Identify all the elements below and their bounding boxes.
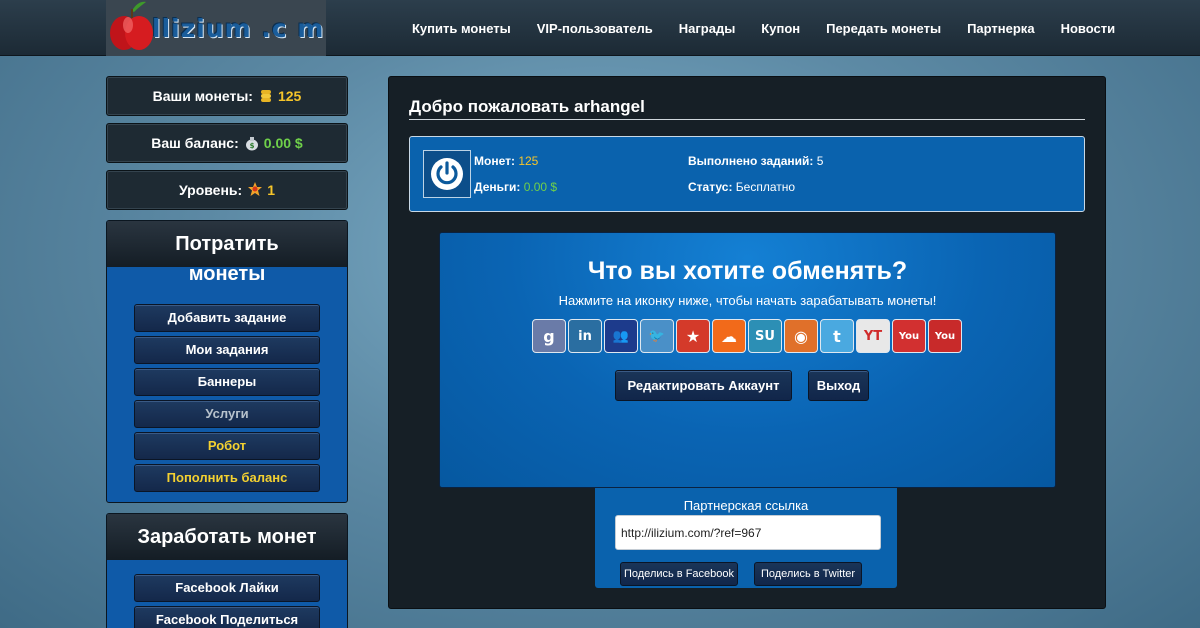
- info-status-label: Статус:: [688, 180, 733, 194]
- main-content: Добро пожаловать arhangel Монет: 125 Ден…: [388, 76, 1106, 609]
- reverbnation-icon[interactable]: ★: [676, 319, 710, 353]
- level-stat: Уровень: 1: [106, 170, 348, 210]
- facebook-share-button[interactable]: Facebook Поделиться: [134, 606, 320, 628]
- twitter-bird-icon[interactable]: 🐦: [640, 319, 674, 353]
- logo-text: llizium .c m: [152, 13, 325, 43]
- referral-label: Партнерская ссылка: [683, 498, 809, 513]
- share-twitter-button[interactable]: Поделись в Twitter: [754, 562, 862, 586]
- exchange-title: Что вы хотите обменять?: [587, 257, 908, 285]
- coins-stat: Ваши монеты: 125: [106, 76, 348, 116]
- top-up-balance-button[interactable]: Пополнить баланс: [134, 464, 320, 492]
- welcome-heading: Добро пожаловать arhangel: [409, 97, 645, 116]
- divider: [409, 119, 1085, 120]
- logout-button[interactable]: Выход: [808, 370, 869, 401]
- rss-icon[interactable]: ◉: [784, 319, 818, 353]
- robot-button[interactable]: Робот: [134, 432, 320, 460]
- share-facebook-button[interactable]: Поделись в Facebook: [620, 562, 738, 586]
- youtube-icon[interactable]: You: [892, 319, 926, 353]
- coins-value: 125: [277, 88, 302, 104]
- social-icons-row: g in 👥 🐦 ★ ☁ SU ◉ t YT You You: [532, 319, 964, 353]
- site-logo[interactable]: llizium .c m: [106, 0, 326, 56]
- balance-value: 0.00 $: [263, 135, 303, 151]
- google-icon[interactable]: g: [532, 319, 566, 353]
- level-label: Уровень:: [178, 182, 243, 198]
- info-coins-label: Монет:: [474, 154, 515, 168]
- facebook-likes-button[interactable]: Facebook Лайки: [134, 574, 320, 602]
- youtube-yt-icon[interactable]: YT: [856, 319, 890, 353]
- spend-panel: Потратить монеты Добавить задание Мои за…: [106, 220, 348, 503]
- coins-label: Ваши монеты:: [152, 88, 253, 104]
- add-task-button[interactable]: Добавить задание: [134, 304, 320, 332]
- coins-icon: [258, 88, 274, 104]
- info-status-value: Бесплатно: [735, 180, 796, 194]
- linkedin-icon[interactable]: in: [568, 319, 602, 353]
- soundcloud-icon[interactable]: ☁: [712, 319, 746, 353]
- info-status: Статус: Бесплатно: [688, 180, 795, 194]
- twitter-icon[interactable]: t: [820, 319, 854, 353]
- nav-vip[interactable]: VIP-пользователь: [537, 21, 653, 36]
- apple-logo-icon: [108, 1, 156, 55]
- stumbleupon-icon[interactable]: SU: [748, 319, 782, 353]
- exchange-panel: Что вы хотите обменять? Нажмите на иконк…: [439, 232, 1056, 488]
- account-info-box: Монет: 125 Деньги: 0.00 $ Выполнено зада…: [409, 136, 1085, 212]
- info-tasks-value: 5: [816, 154, 824, 168]
- myspace-icon[interactable]: 👥: [604, 319, 638, 353]
- services-button[interactable]: Услуги: [134, 400, 320, 428]
- nav-coupon[interactable]: Купон: [761, 21, 800, 36]
- info-coins-value: 125: [518, 154, 539, 168]
- spend-panel-title-line2: монеты: [188, 263, 266, 285]
- nav-transfer-coins[interactable]: Передать монеты: [826, 21, 941, 36]
- main-nav: Купить монеты VIP-пользователь Награды К…: [412, 0, 1141, 56]
- top-bar: llizium .c m Купить монеты VIP-пользоват…: [0, 0, 1200, 56]
- nav-rewards[interactable]: Награды: [679, 21, 736, 36]
- balance-label: Ваш баланс:: [151, 135, 239, 151]
- earn-panel-title: Заработать монет: [107, 514, 347, 560]
- info-money-value: 0.00 $: [523, 180, 558, 194]
- info-tasks-label: Выполнено заданий:: [688, 154, 814, 168]
- info-money-label: Деньги:: [474, 180, 521, 194]
- money-bag-icon: $: [244, 135, 260, 151]
- earn-panel: Заработать монет Facebook Лайки Facebook…: [106, 513, 348, 628]
- spend-panel-title: Потратить: [107, 221, 347, 267]
- info-tasks: Выполнено заданий: 5: [688, 154, 823, 168]
- balance-stat: Ваш баланс: $ 0.00 $: [106, 123, 348, 163]
- my-tasks-button[interactable]: Мои задания: [134, 336, 320, 364]
- nav-news[interactable]: Новости: [1061, 21, 1116, 36]
- exchange-subtitle: Нажмите на иконку ниже, чтобы начать зар…: [558, 293, 937, 308]
- nav-partners[interactable]: Партнерка: [967, 21, 1034, 36]
- nav-buy-coins[interactable]: Купить монеты: [412, 21, 511, 36]
- youtube-alt-icon[interactable]: You: [928, 319, 962, 353]
- info-money: Деньги: 0.00 $: [474, 180, 557, 194]
- power-icon: [423, 150, 471, 198]
- edit-account-button[interactable]: Редактировать Аккаунт: [615, 370, 792, 401]
- level-value: 1: [267, 182, 275, 198]
- banners-button[interactable]: Баннеры: [134, 368, 320, 396]
- info-coins: Монет: 125: [474, 154, 538, 168]
- referral-box: Партнерская ссылка Поделись в Facebook П…: [595, 488, 897, 588]
- medal-icon: [247, 181, 263, 199]
- svg-text:$: $: [249, 142, 254, 150]
- referral-url-input[interactable]: [615, 515, 881, 550]
